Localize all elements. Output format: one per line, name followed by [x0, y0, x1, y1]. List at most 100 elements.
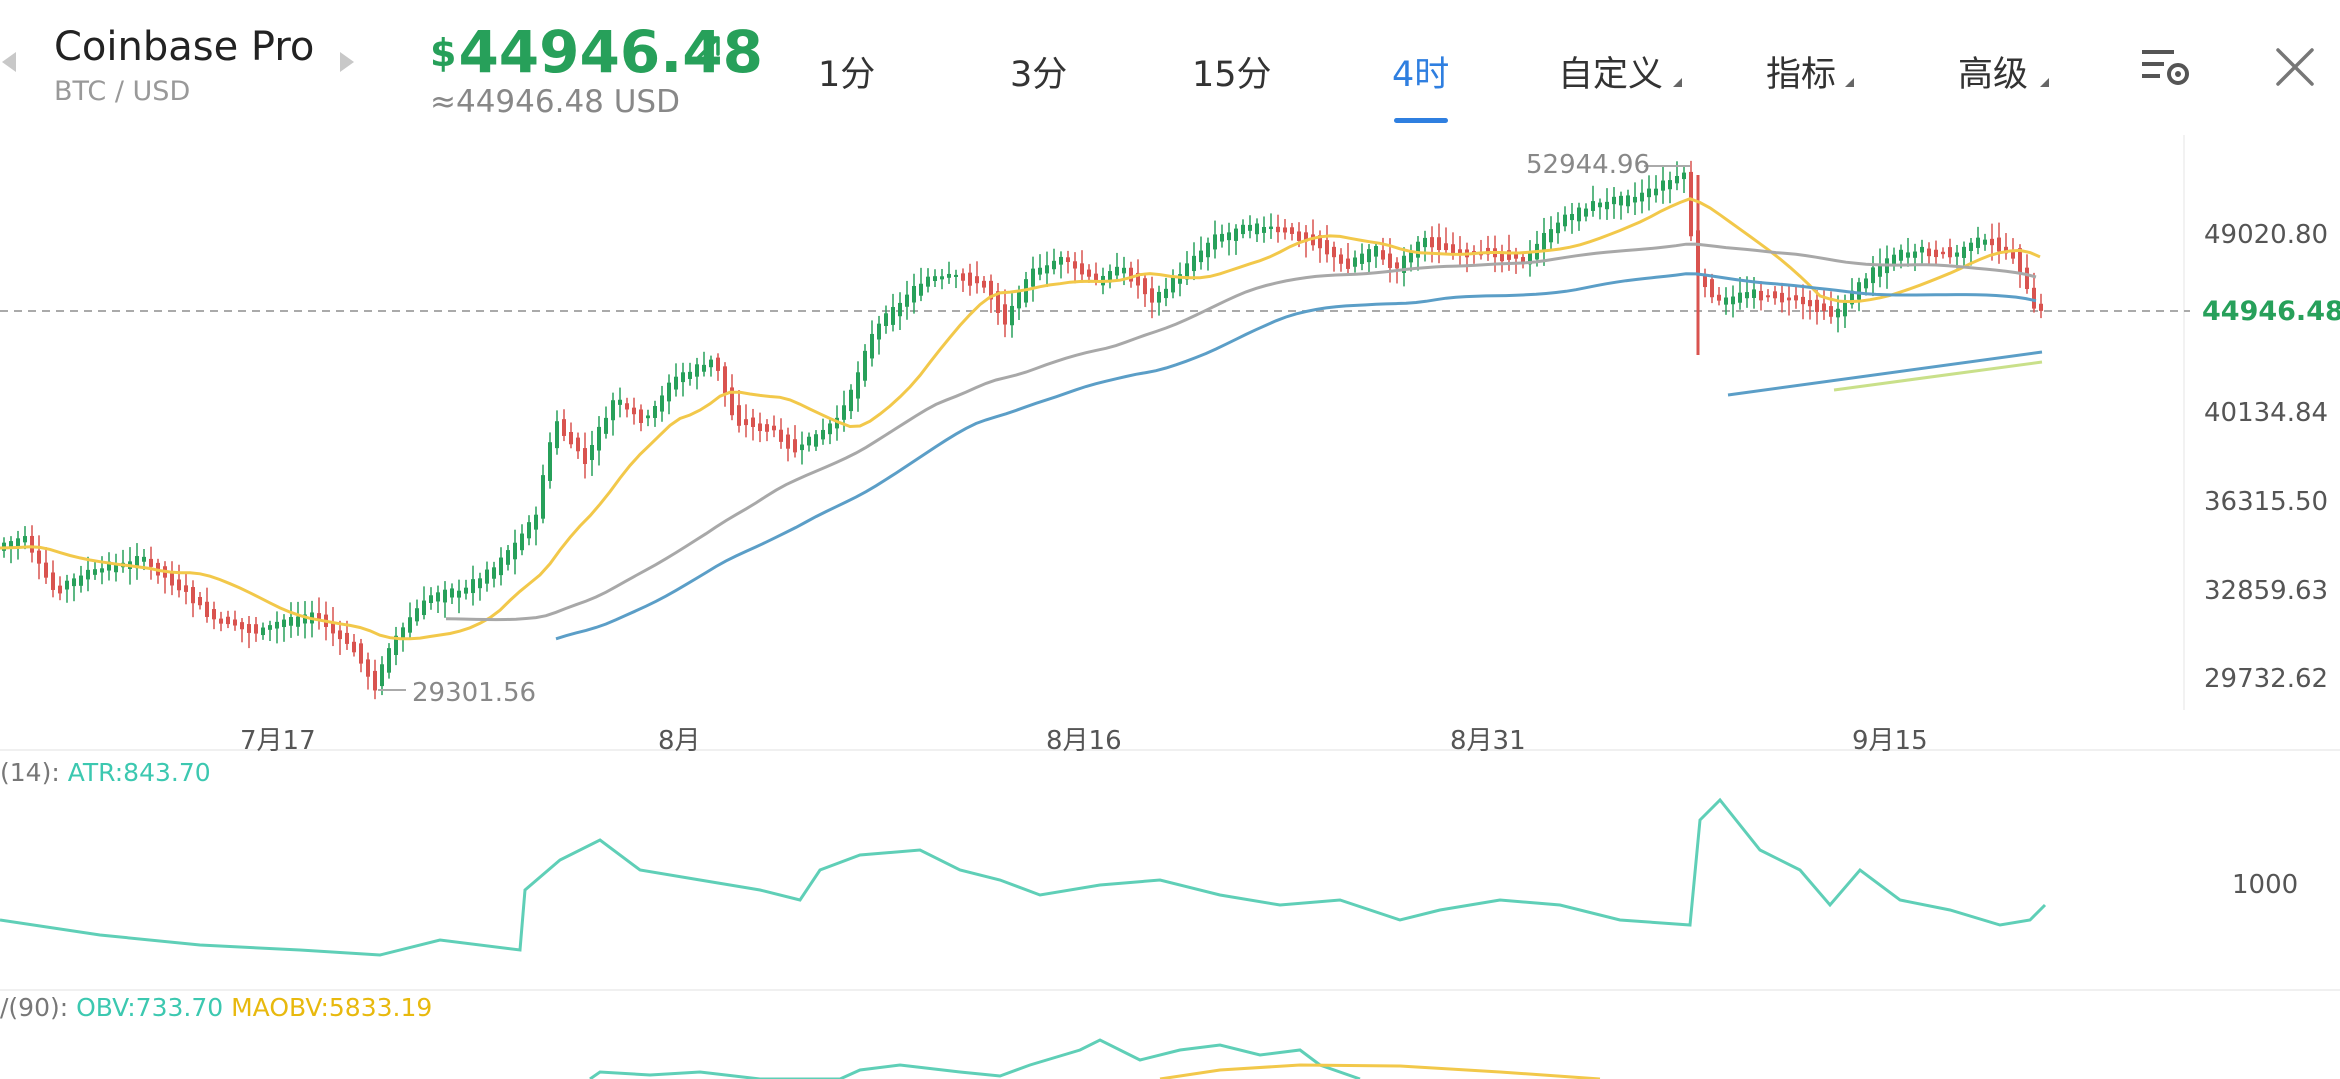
candle-body: [1906, 252, 1910, 258]
candle-body: [1598, 202, 1602, 208]
candle-body: [961, 273, 965, 281]
candle-body: [1675, 175, 1679, 184]
candle-body: [1717, 294, 1721, 301]
candle-body: [436, 592, 440, 602]
tab-4h[interactable]: 4时: [1392, 46, 1449, 97]
candle-body: [1339, 254, 1343, 264]
chevron-left-icon[interactable]: [2, 52, 16, 72]
candle-body: [1150, 288, 1154, 303]
candle-body: [1038, 267, 1042, 275]
candle-body: [576, 437, 580, 452]
chevron-right-icon[interactable]: [340, 52, 354, 72]
obv-prefix: /(90):: [0, 993, 69, 1022]
candle-body: [380, 664, 384, 687]
candle-body: [1689, 171, 1693, 237]
candle-body: [366, 659, 370, 677]
candle-body: [1836, 308, 1840, 318]
dropdown-triangle-icon: [2040, 78, 2049, 87]
candle-body: [79, 575, 83, 586]
tab-custom[interactable]: 自定义: [1558, 46, 1663, 97]
candle-body: [723, 366, 727, 394]
chart-settings-icon[interactable]: [2140, 46, 2194, 90]
candle-body: [1633, 196, 1637, 203]
candle-body: [1220, 233, 1224, 242]
candle-body: [254, 624, 258, 634]
tab-1min[interactable]: 1分: [818, 46, 875, 97]
candle-body: [905, 294, 909, 307]
candle-body: [226, 616, 230, 625]
candle-body: [737, 405, 741, 426]
candle-body: [1682, 172, 1686, 180]
candle-body: [1423, 237, 1427, 248]
dropdown-triangle-icon: [1845, 78, 1854, 87]
candle-body: [744, 419, 748, 426]
candle-body: [968, 272, 972, 286]
candle-body: [716, 357, 720, 371]
candle-body: [352, 641, 356, 653]
candle-body: [345, 632, 349, 644]
candle-body: [1738, 292, 1742, 303]
atr-value: ATR:843.70: [67, 758, 211, 787]
candle-body: [1206, 242, 1210, 258]
tab-15min[interactable]: 15分: [1192, 46, 1272, 97]
tab-advanced[interactable]: 高级: [1958, 46, 2028, 97]
candle-body: [23, 536, 27, 543]
candle-body: [16, 538, 20, 547]
candle-body: [1122, 267, 1126, 274]
y-axis-label: 36315.50: [2204, 487, 2329, 517]
candle-body: [919, 283, 923, 296]
tab-3min[interactable]: 3分: [1010, 46, 1067, 97]
candle-body: [261, 627, 265, 636]
candle-body: [1199, 250, 1203, 263]
candle-body: [555, 421, 559, 449]
high-price-label: 52944.96: [1526, 150, 1651, 180]
candle-body: [1227, 232, 1231, 241]
candle-body: [149, 558, 153, 567]
candle-body: [1353, 257, 1357, 267]
candle-body: [1752, 289, 1756, 298]
price-chart[interactable]: [0, 135, 2340, 1079]
y-axis-label: 40134.84: [2204, 398, 2329, 428]
candle-body: [1010, 305, 1014, 326]
candle-body: [653, 405, 657, 418]
ma-mid-line: [445, 242, 2037, 622]
candle-body: [1619, 195, 1623, 206]
candle-body: [1192, 255, 1196, 272]
candle-body: [807, 436, 811, 446]
candle-body: [1241, 224, 1245, 235]
y-axis-label: 32859.63: [2204, 576, 2329, 606]
candle-body: [1668, 180, 1672, 190]
candle-body: [1745, 292, 1749, 299]
candle-body: [296, 616, 300, 627]
candle-body: [247, 624, 251, 633]
candle-body: [1437, 237, 1441, 251]
obv-value: OBV:733.70: [76, 993, 224, 1022]
candle-body: [1115, 266, 1119, 276]
tab-indicators[interactable]: 指标: [1766, 46, 1836, 97]
candle-body: [1990, 238, 1994, 246]
candle-body: [1374, 246, 1378, 257]
candle-body: [646, 415, 650, 419]
close-icon[interactable]: [2274, 46, 2316, 88]
candle-body: [415, 608, 419, 622]
x-axis-label: 8月16: [1046, 726, 1122, 756]
candle-body: [338, 630, 342, 640]
candle-body: [212, 609, 216, 620]
candle-body: [471, 579, 475, 594]
candle-body: [1934, 249, 1938, 258]
candle-body: [1360, 253, 1364, 264]
candle-body: [1759, 290, 1763, 301]
candle-body: [72, 578, 76, 587]
candle-body: [933, 276, 937, 282]
candle-body: [1787, 297, 1791, 301]
candle-body: [1073, 261, 1077, 269]
atr-axis-label: 1000: [2232, 870, 2299, 900]
candle-body: [373, 670, 377, 691]
candle-body: [1031, 268, 1035, 287]
candle-body: [1297, 231, 1301, 241]
candle-body: [625, 403, 629, 410]
candle-body: [709, 359, 713, 368]
candle-body: [1857, 282, 1861, 300]
ma-short-line: [0, 197, 2041, 641]
candle-body: [814, 434, 818, 447]
